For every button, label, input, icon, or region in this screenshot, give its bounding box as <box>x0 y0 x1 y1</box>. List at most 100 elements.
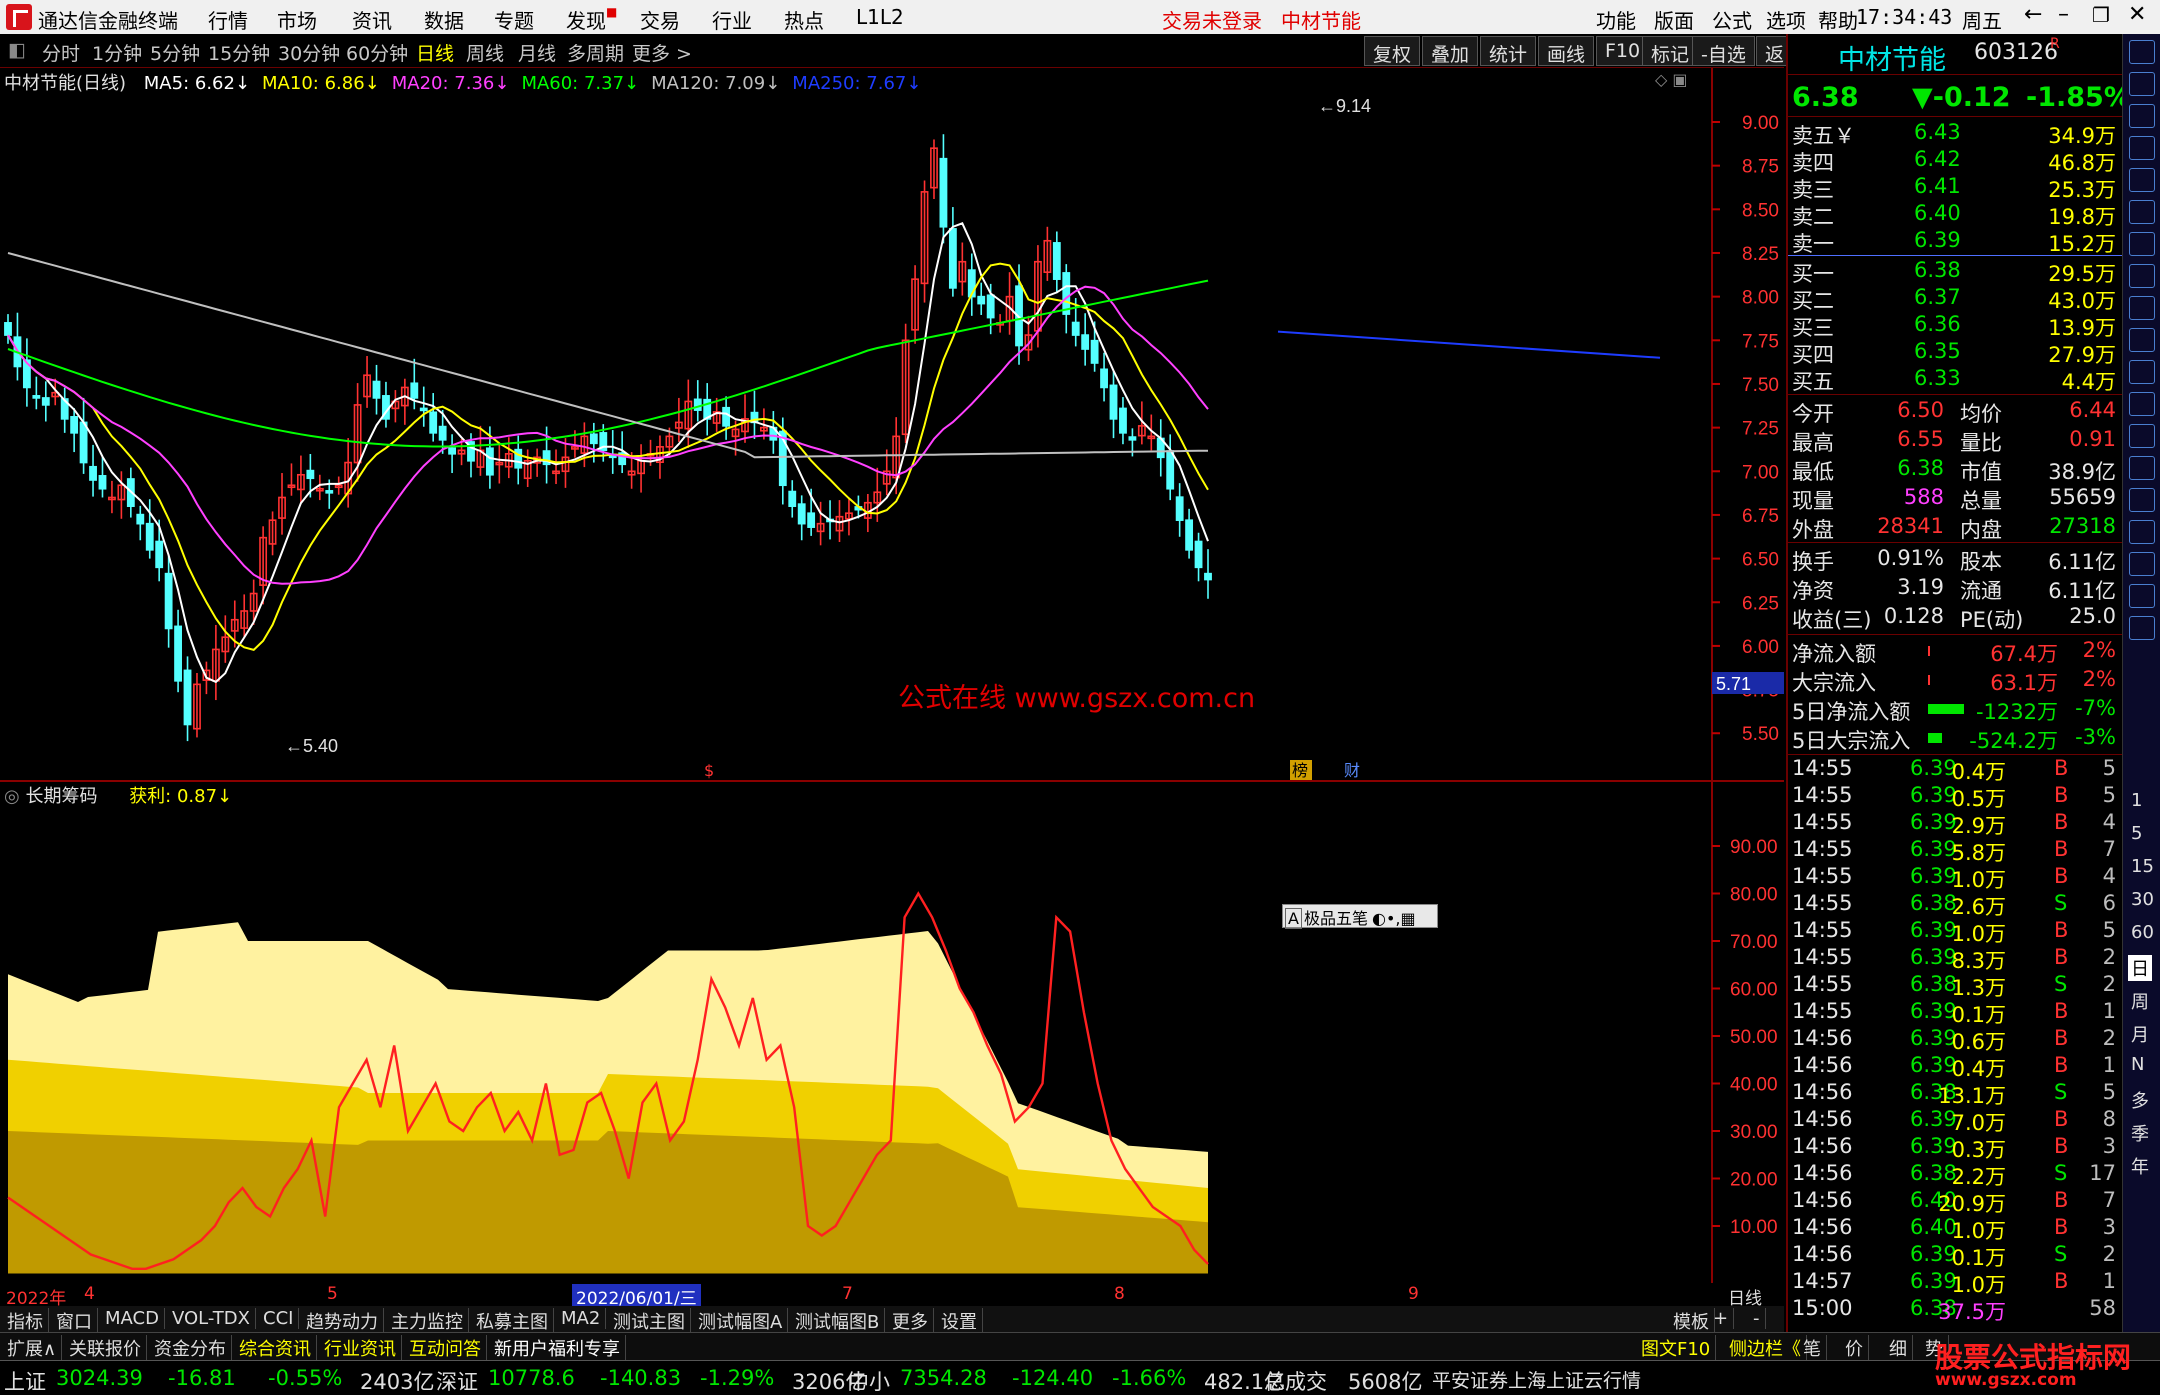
period-tab-5[interactable]: 60分钟 <box>346 39 408 66</box>
menu-帮助[interactable]: 帮助 <box>1818 5 1858 34</box>
mail-icon[interactable] <box>2129 456 2155 480</box>
menu-热点[interactable]: 热点 <box>784 5 824 34</box>
toolbar-btn--自选[interactable]: -自选 <box>1692 36 1755 66</box>
ime-punct-icon[interactable]: •, <box>1386 909 1401 928</box>
ext-tab-4[interactable]: 行业资讯 <box>319 1335 402 1361</box>
list-icon[interactable] <box>2129 136 2155 160</box>
side-tab-30[interactable]: 30 <box>2131 889 2154 910</box>
menu-选项[interactable]: 选项 <box>1766 5 1806 34</box>
side-tab-1[interactable]: 1 <box>2131 790 2142 811</box>
indicator-tab-3[interactable]: VOL-TDX <box>167 1308 256 1329</box>
period-tab-7[interactable]: 周线 <box>466 39 504 66</box>
index-name-2[interactable]: 中小 <box>848 1366 890 1395</box>
menu-行业[interactable]: 行业 <box>712 5 752 34</box>
tabs1-right-2[interactable]: - <box>1748 1308 1766 1329</box>
period-tab-9[interactable]: 多周期 <box>567 39 624 66</box>
ext-tab-0[interactable]: 扩展∧ <box>2 1335 63 1361</box>
indicator-tab-5[interactable]: 趋势动力 <box>301 1308 384 1334</box>
ext-tab-2[interactable]: 资金分布 <box>149 1335 232 1361</box>
toolbar-btn-叠加[interactable]: 叠加 <box>1422 36 1479 66</box>
indicator-tab-12[interactable]: 更多 <box>887 1308 934 1334</box>
indicator-tab-0[interactable]: 指标 <box>2 1308 49 1334</box>
indicator-tab-2[interactable]: MACD <box>100 1308 165 1329</box>
side-tab-60[interactable]: 60 <box>2131 922 2154 943</box>
period-tab-3[interactable]: 15分钟 <box>208 39 270 66</box>
candle-icon[interactable] <box>2129 232 2155 256</box>
menu-版面[interactable]: 版面 <box>1654 5 1694 34</box>
menu-专题[interactable]: 专题 <box>494 5 534 34</box>
ime-toolbar[interactable]: A 极品五笔 ◐•,▦ <box>1282 904 1438 929</box>
side-tab-15[interactable]: 15 <box>2131 856 2154 877</box>
money-icon[interactable] <box>2129 424 2155 448</box>
toolbar-btn-统计[interactable]: 统计 <box>1480 36 1537 66</box>
panel-toggle-icon[interactable]: ◧ <box>8 39 26 61</box>
indicator-toggle-icon[interactable]: ◎ <box>4 786 20 807</box>
target-icon[interactable] <box>2129 392 2155 416</box>
minimize-icon[interactable]: – <box>2058 2 2069 27</box>
fz-icon[interactable] <box>2129 360 2155 384</box>
back-arrow-icon[interactable]: ← <box>2024 2 2042 27</box>
ime-moon-icon[interactable]: ◐ <box>1372 909 1386 928</box>
ext-right-1[interactable]: 侧边栏《 <box>1724 1335 1807 1361</box>
tabs1-right-1[interactable]: + <box>1708 1308 1735 1329</box>
indicator-tab-1[interactable]: 窗口 <box>51 1308 98 1334</box>
ext-tab-6[interactable]: 新用户福利专享 <box>489 1335 626 1361</box>
home-icon[interactable] <box>2129 104 2155 128</box>
ext-tab-5[interactable]: 互动问答 <box>404 1335 487 1361</box>
menu-发现[interactable]: 发现■ <box>566 5 617 34</box>
indicator-tab-4[interactable]: CCI <box>258 1308 300 1329</box>
panel-icon[interactable] <box>2129 40 2155 64</box>
indicator-tab-8[interactable]: MA2 <box>556 1308 607 1329</box>
close-icon[interactable]: ✕ <box>2128 2 2146 27</box>
indicator-tab-9[interactable]: 测试主图 <box>608 1308 691 1334</box>
menu-交易[interactable]: 交易 <box>640 5 680 34</box>
period-tab-6[interactable]: 日线 <box>416 39 454 66</box>
menu-公式[interactable]: 公式 <box>1712 5 1752 34</box>
side-tab-5[interactable]: 5 <box>2131 823 2142 844</box>
period-tab-4[interactable]: 30分钟 <box>278 39 340 66</box>
move-icon[interactable] <box>2129 552 2155 576</box>
menu-行情[interactable]: 行情 <box>208 5 248 34</box>
book-icon[interactable] <box>2129 264 2155 288</box>
up-icon[interactable] <box>2129 72 2155 96</box>
ext-tab-1[interactable]: 关联报价 <box>64 1335 147 1361</box>
menu-数据[interactable]: 数据 <box>424 5 464 34</box>
indicator-tab-13[interactable]: 设置 <box>936 1308 983 1334</box>
side-tab-季[interactable]: 季 <box>2131 1120 2149 1146</box>
period-tab-1[interactable]: 1分钟 <box>92 39 142 66</box>
ext-right-2[interactable]: 笔 <box>1798 1335 1827 1361</box>
pen-icon[interactable] <box>2129 584 2155 608</box>
event-marker-cai[interactable]: 财 <box>1344 761 1360 780</box>
toolbar-btn-标记[interactable]: 标记 <box>1642 36 1699 66</box>
side-tab-N[interactable]: N <box>2131 1054 2144 1075</box>
ext-right-0[interactable]: 图文F10 <box>1636 1335 1717 1361</box>
indicator-tab-11[interactable]: 测试幅图B <box>790 1308 886 1334</box>
table-icon[interactable] <box>2129 168 2155 192</box>
grid-icon[interactable] <box>2129 328 2155 352</box>
side-tab-年[interactable]: 年 <box>2131 1153 2149 1179</box>
indicator-tab-10[interactable]: 测试幅图A <box>693 1308 789 1334</box>
ext-right-4[interactable]: 细 <box>1884 1335 1913 1361</box>
rsi-icon[interactable] <box>2129 488 2155 512</box>
period-tab-2[interactable]: 5分钟 <box>150 39 200 66</box>
side-tab-多[interactable]: 多 <box>2131 1087 2149 1113</box>
stock-chart[interactable]: 9.00 8.75 8.50 8.25 8.00 7.75 7.50 7.25 7.00 6.75… <box>0 68 1784 1283</box>
fs-icon[interactable] <box>2129 616 2155 640</box>
index-name-1[interactable]: 深证 <box>436 1366 478 1395</box>
chart-settings-icon[interactable]: ◇ ▣ <box>1655 70 1688 89</box>
chart-icon[interactable] <box>2129 200 2155 224</box>
menu-资讯[interactable]: 资讯 <box>352 5 392 34</box>
f10-icon[interactable] <box>2129 296 2155 320</box>
indicator-tab-6[interactable]: 主力监控 <box>386 1308 469 1334</box>
menu-L1L2[interactable]: L1L2 <box>856 5 904 29</box>
login-status[interactable]: 交易未登录 <box>1162 5 1262 34</box>
share-icon[interactable] <box>2129 520 2155 544</box>
ime-keyboard-icon[interactable]: ▦ <box>1400 909 1415 928</box>
side-tab-月[interactable]: 月 <box>2131 1021 2149 1047</box>
toolbar-btn-画线[interactable]: 画线 <box>1538 36 1595 66</box>
period-tab-0[interactable]: 分时 <box>42 39 80 66</box>
side-tab-日[interactable]: 日 <box>2128 955 2152 981</box>
menu-市场[interactable]: 市场 <box>277 5 317 34</box>
index-name-0[interactable]: 上证 <box>4 1366 46 1395</box>
side-tab-周[interactable]: 周 <box>2131 988 2149 1014</box>
